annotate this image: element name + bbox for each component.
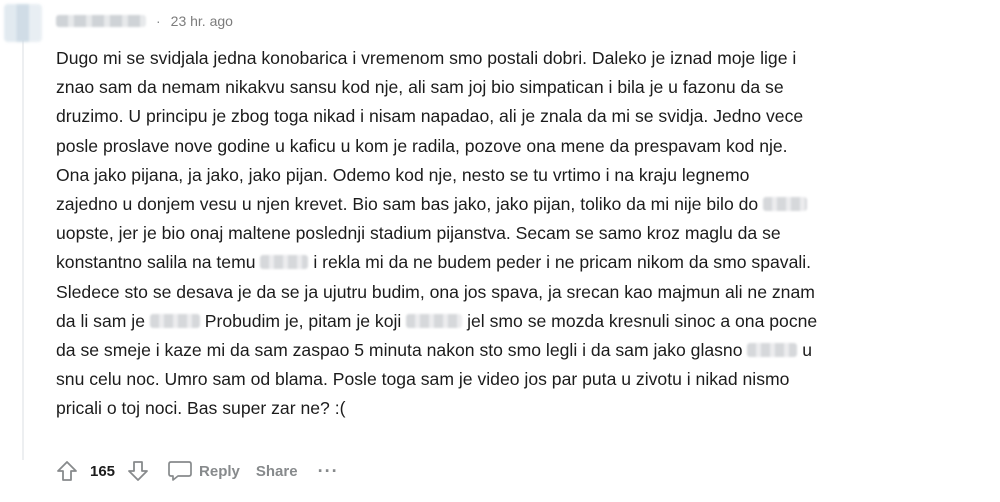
redacted-word (406, 313, 463, 328)
more-options-icon[interactable]: ··· (318, 461, 339, 482)
body-line: Sledece sto se desava je da se ja ujutru… (56, 278, 986, 307)
redacted-word (763, 196, 808, 211)
username-redacted[interactable] (56, 15, 146, 27)
body-text: zajedno u donjem vesu u njen krevet. Bio… (56, 193, 759, 214)
body-line: zajedno u donjem vesu u njen krevet. Bio… (56, 190, 986, 219)
body-line: konstantno salila na temu i rekla mi da … (56, 248, 986, 277)
comment-body: Dugo mi se svidjala jedna konobarica i v… (56, 44, 986, 423)
body-line: druzimo. U principu je zbog toga nikad i… (56, 102, 986, 131)
redacted-word (149, 313, 200, 328)
body-text: i rekla mi da ne budem peder i ne pricam… (313, 252, 812, 273)
body-text: uopste, jer je bio onaj maltene poslednj… (56, 223, 781, 244)
comment: · 23 hr. ago Dugo mi se svidjala jedna k… (0, 0, 1000, 502)
comment-bubble-icon (168, 461, 192, 481)
body-line: Dugo mi se svidjala jedna konobarica i v… (56, 44, 986, 73)
downvote-arrow-icon (128, 461, 148, 481)
body-line: Ona jako pijana, ja jako, jako pijan. Od… (56, 161, 986, 190)
redacted-word (260, 255, 309, 270)
body-line: posle proslave nove godine u kaficu u ko… (56, 132, 986, 161)
meta-separator: · (156, 13, 161, 29)
body-line: da se smeje i kaze mi da sam zaspao 5 mi… (56, 336, 986, 365)
body-text: Dugo mi se svidjala jedna konobarica i v… (56, 48, 797, 68)
body-text: da li sam je (56, 310, 145, 331)
body-line: da li sam je Probudim je, pitam je koji … (56, 307, 986, 336)
upvote-arrow-icon (57, 461, 77, 481)
body-line: pricali o toj noci. Bas super zar ne? :( (56, 394, 986, 423)
body-text: posle proslave nove godine u kaficu u ko… (56, 135, 788, 156)
body-text: Ona jako pijana, ja jako, jako pijan. Od… (56, 164, 750, 185)
comment-actions: 165 Reply Share ··· (52, 456, 339, 486)
downvote-button[interactable] (123, 456, 153, 486)
body-line: snu celu noc. Umro sam od blama. Posle t… (56, 365, 986, 394)
comment-meta: · 23 hr. ago (56, 10, 233, 32)
timestamp[interactable]: 23 hr. ago (171, 13, 233, 29)
reply-label: Reply (199, 462, 240, 480)
body-text: Sledece sto se desava je da se ja ujutru… (56, 281, 815, 302)
body-text: konstantno salila na temu (56, 252, 256, 273)
body-text: Probudim je, pitam je koji (204, 310, 402, 331)
avatar[interactable] (4, 4, 42, 42)
thread-line[interactable] (22, 40, 24, 460)
body-text: znao sam da nemam nikakvu sansu kod nje,… (56, 77, 784, 98)
body-text: u (802, 339, 813, 360)
redacted-word (747, 342, 798, 357)
body-line: uopste, jer je bio onaj maltene poslednj… (56, 219, 986, 248)
share-button[interactable]: Share (256, 463, 298, 480)
reply-button[interactable]: Reply (167, 459, 240, 483)
body-text: druzimo. U principu je zbog toga nikad i… (56, 106, 804, 127)
body-line: znao sam da nemam nikakvu sansu kod nje,… (56, 73, 986, 102)
body-text: jel smo se mozda kresnuli sinoc a ona po… (467, 310, 818, 331)
body-text: pricali o toj noci. Bas super zar ne? :( (56, 398, 346, 419)
body-text: da se smeje i kaze mi da sam zaspao 5 mi… (56, 339, 743, 360)
body-text: snu celu noc. Umro sam od blama. Posle t… (56, 369, 790, 390)
upvote-button[interactable] (52, 456, 82, 486)
vote-count: 165 (90, 462, 116, 480)
